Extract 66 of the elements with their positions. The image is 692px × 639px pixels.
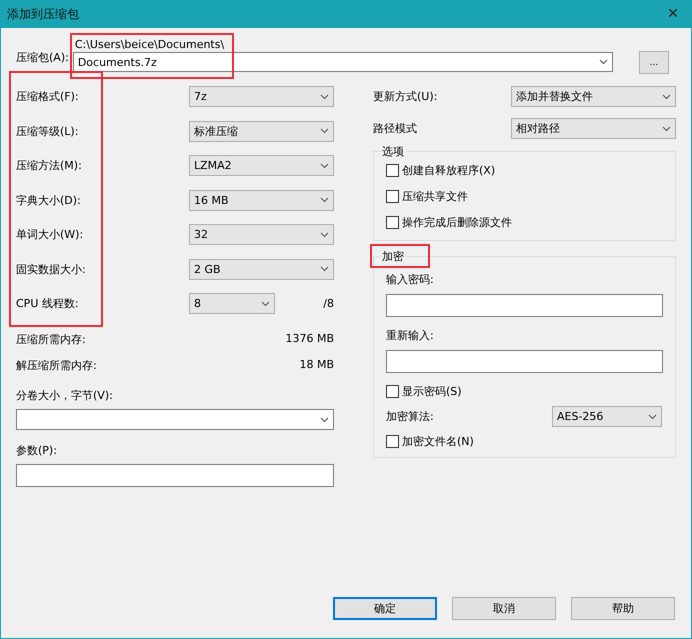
field-label: 输入密码:	[386, 272, 435, 287]
chevron-down-icon	[261, 300, 270, 306]
dropdown[interactable]: 8	[189, 293, 275, 314]
window-title: 添加到压缩包	[7, 6, 79, 22]
setting-label: CPU 线程数:	[16, 296, 80, 311]
dropdown[interactable]: 16 MB	[189, 190, 334, 210]
chevron-down-icon	[598, 59, 608, 65]
group-title: 选项	[381, 144, 405, 159]
setting-label: 压缩方法(M):	[16, 158, 83, 173]
checkbox-label: 创建自释放程序(X)	[402, 163, 496, 178]
dropdown[interactable]: AES-256	[552, 406, 662, 427]
setting-label: 路径模式	[373, 121, 418, 136]
field-label: 分卷大小，字节(V):	[16, 388, 114, 403]
checkbox[interactable]	[386, 435, 399, 448]
checkbox-label: 操作完成后删除源文件	[402, 215, 512, 230]
chevron-down-icon	[320, 128, 329, 134]
setting-label: 更新方式(U):	[373, 89, 438, 104]
dialog-button[interactable]: 确定	[333, 597, 437, 620]
chevron-down-icon	[320, 416, 329, 422]
chevron-down-icon	[320, 162, 329, 168]
chevron-down-icon	[320, 232, 329, 238]
chevron-down-icon	[320, 197, 329, 203]
password-field[interactable]	[386, 350, 663, 373]
setting-label: 固实数据大小:	[16, 262, 87, 276]
thread-count: /8	[323, 297, 334, 310]
memory-label: 解压缩所需内存:	[16, 358, 97, 373]
dropdown[interactable]: 2 GB	[189, 258, 334, 280]
checkbox[interactable]	[386, 216, 399, 229]
dropdown[interactable]: 32	[189, 224, 334, 245]
chevron-down-icon	[320, 266, 329, 272]
field-label: 压缩包(A):	[16, 50, 69, 65]
setting-label: 单词大小(W):	[16, 227, 84, 242]
checkbox-label: 加密文件名(N)	[402, 434, 474, 449]
archive-path: C:\Users\beice\Documents\	[74, 38, 226, 51]
checkbox[interactable]	[386, 164, 399, 177]
group-title: 加密	[381, 249, 405, 264]
setting-label: 压缩等级(L):	[16, 124, 80, 138]
chevron-down-icon	[662, 126, 671, 132]
password-field[interactable]	[386, 294, 663, 317]
dropdown[interactable]: LZMA2	[189, 155, 334, 176]
dropdown[interactable]: 添加并替换文件	[511, 86, 676, 107]
memory-label: 压缩所需内存:	[16, 332, 86, 347]
browse-button[interactable]: ...	[638, 51, 669, 74]
checkbox[interactable]	[386, 190, 399, 203]
field-label: 重新输入:	[386, 328, 435, 343]
dialog-button[interactable]: 帮助	[571, 597, 675, 620]
close-button[interactable]: ✕	[655, 0, 691, 28]
dropdown[interactable]: 标准压缩	[189, 120, 334, 142]
field-label: 参数(P):	[16, 443, 58, 458]
checkbox-label: 压缩共享文件	[402, 189, 468, 204]
parameters-field[interactable]	[16, 464, 334, 487]
chevron-down-icon	[662, 94, 671, 100]
memory-value: 1376 MB	[285, 332, 334, 347]
setting-label: 压缩格式(F):	[16, 89, 80, 104]
setting-label: 加密算法:	[386, 409, 435, 424]
checkbox[interactable]	[386, 385, 399, 398]
chevron-down-icon	[648, 414, 657, 420]
chevron-down-icon	[320, 94, 329, 100]
dropdown[interactable]: 7z	[189, 86, 334, 107]
split-size-dropdown[interactable]	[16, 409, 334, 430]
dialog-button[interactable]: 取消	[452, 597, 556, 620]
setting-label: 字典大小(D):	[16, 192, 82, 208]
memory-value: 18 MB	[299, 358, 334, 373]
checkbox-label: 显示密码(S)	[402, 384, 462, 399]
archive-name-field[interactable]: Documents.7z	[72, 52, 613, 72]
dropdown[interactable]: 相对路径	[511, 118, 676, 139]
